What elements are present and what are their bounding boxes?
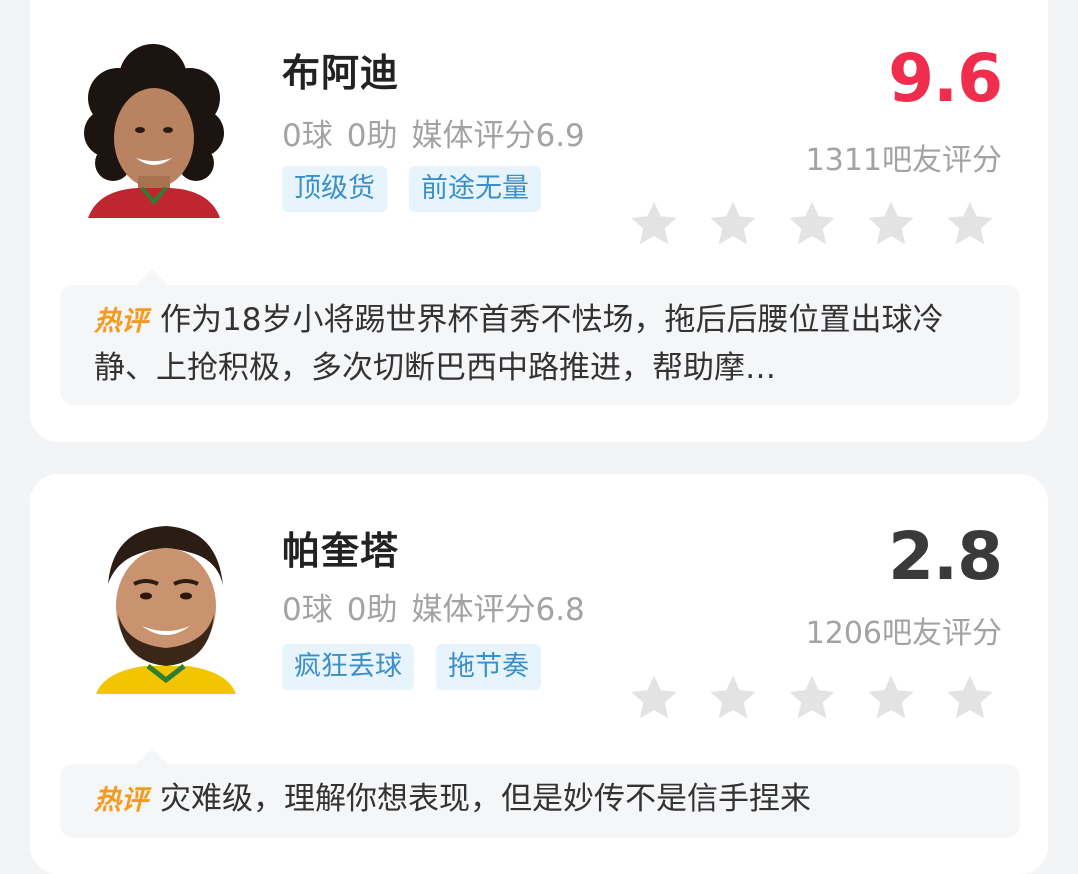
tag-pill[interactable]: 疯狂丢球 bbox=[282, 644, 414, 690]
assists-count: 0助 bbox=[346, 118, 398, 154]
star-icon[interactable] bbox=[942, 196, 998, 252]
comment-body: 热评 灾难级，理解你想表现，但是妙传不是信手捏来 bbox=[94, 776, 988, 824]
tag-pill[interactable]: 拖节奏 bbox=[436, 644, 541, 690]
media-rating: 媒体评分6.8 bbox=[411, 592, 585, 628]
comment-pointer bbox=[136, 269, 168, 285]
star-icon[interactable] bbox=[784, 196, 840, 252]
comment-text: 作为18岁小将踢世界杯首秀不怯场，拖后后腰位置出球冷静、上抢积极，多次切断巴西中… bbox=[94, 302, 944, 386]
star-icon[interactable] bbox=[863, 670, 919, 726]
rating-stars[interactable] bbox=[626, 196, 998, 252]
fan-score: 2.8 bbox=[888, 518, 1003, 595]
hot-comment-badge: 热评 bbox=[94, 785, 148, 816]
comment-text: 灾难级，理解你想表现，但是妙传不是信手捏来 bbox=[160, 781, 811, 817]
star-icon[interactable] bbox=[784, 670, 840, 726]
goals-count: 0球 bbox=[282, 118, 333, 154]
hot-comment-badge: 热评 bbox=[94, 306, 148, 337]
fan-rating-count: 1311吧友评分 bbox=[805, 143, 1002, 178]
star-icon[interactable] bbox=[705, 196, 761, 252]
assists-count: 0助 bbox=[346, 592, 398, 628]
player-tags: 疯狂丢球 拖节奏 bbox=[282, 644, 541, 690]
media-rating: 媒体评分6.9 bbox=[411, 118, 585, 154]
comment-body: 热评 作为18岁小将踢世界杯首秀不怯场，拖后后腰位置出球冷静、上抢积极，多次切断巴… bbox=[94, 297, 988, 391]
fan-rating-count: 1206吧友评分 bbox=[805, 616, 1002, 651]
star-icon[interactable] bbox=[863, 196, 919, 252]
player-photo-icon bbox=[84, 44, 224, 218]
rating-stars[interactable] bbox=[626, 670, 998, 726]
player-name[interactable]: 布阿迪 bbox=[282, 42, 399, 97]
player-card[interactable]: 布阿迪 0球 0助 媒体评分6.9 顶级货 前途无量 9.6 1311吧友评分 热评… bbox=[30, 0, 1048, 442]
star-icon[interactable] bbox=[942, 670, 998, 726]
player-stats: 0球 0助 媒体评分6.9 bbox=[282, 110, 599, 155]
player-avatar[interactable] bbox=[68, 38, 238, 218]
hot-comment[interactable]: 热评 灾难级，理解你想表现，但是妙传不是信手捏来 bbox=[60, 748, 1020, 838]
player-card[interactable]: 帕奎塔 0球 0助 媒体评分6.8 疯狂丢球 拖节奏 2.8 1206吧友评分 热评… bbox=[30, 474, 1048, 874]
player-tags: 顶级货 前途无量 bbox=[282, 166, 541, 212]
goals-count: 0球 bbox=[282, 592, 333, 628]
star-icon[interactable] bbox=[705, 670, 761, 726]
star-icon[interactable] bbox=[626, 670, 682, 726]
player-name[interactable]: 帕奎塔 bbox=[282, 520, 399, 575]
tag-pill[interactable]: 顶级货 bbox=[282, 166, 387, 212]
player-stats: 0球 0助 媒体评分6.8 bbox=[282, 584, 599, 629]
player-avatar[interactable] bbox=[78, 514, 248, 694]
player-photo-icon bbox=[96, 526, 236, 694]
fan-score: 9.6 bbox=[888, 40, 1003, 117]
tag-pill[interactable]: 前途无量 bbox=[409, 166, 541, 212]
comment-pointer bbox=[136, 748, 168, 764]
star-icon[interactable] bbox=[626, 196, 682, 252]
hot-comment[interactable]: 热评 作为18岁小将踢世界杯首秀不怯场，拖后后腰位置出球冷静、上抢积极，多次切断巴… bbox=[60, 269, 1020, 405]
